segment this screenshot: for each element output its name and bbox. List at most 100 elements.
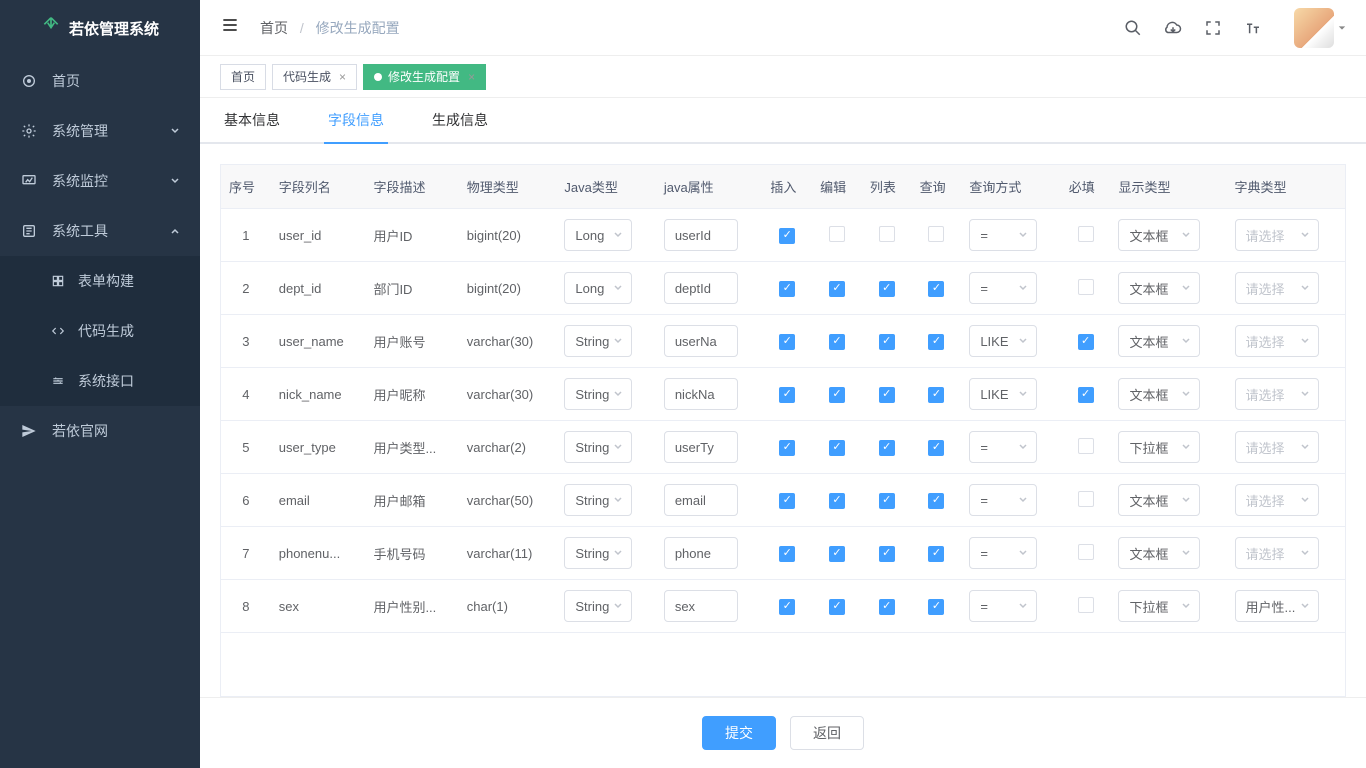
select[interactable]: = [969,431,1037,463]
checkbox[interactable] [779,228,795,244]
select[interactable]: 下拉框 [1118,431,1200,463]
checkbox[interactable] [879,440,895,456]
select[interactable]: String [564,537,632,569]
select[interactable]: 用户性... [1235,590,1319,622]
select[interactable]: 请选择 [1235,378,1319,410]
select[interactable]: 文本框 [1118,378,1200,410]
checkbox[interactable] [879,334,895,350]
checkbox[interactable] [1078,387,1094,403]
java-attr-input[interactable] [664,325,738,357]
checkbox[interactable] [779,387,795,403]
checkbox[interactable] [829,440,845,456]
checkbox[interactable] [879,546,895,562]
java-attr-input[interactable] [664,219,738,251]
select[interactable]: = [969,272,1037,304]
select[interactable]: 文本框 [1118,325,1200,357]
checkbox[interactable] [779,599,795,615]
checkbox[interactable] [829,546,845,562]
tab-code-gen[interactable]: 代码生成 × [272,64,357,90]
select[interactable]: 文本框 [1118,272,1200,304]
java-attr-input[interactable] [664,272,738,304]
inner-tab-basic[interactable]: 基本信息 [220,110,284,142]
checkbox[interactable] [1078,226,1094,242]
checkbox[interactable] [879,387,895,403]
checkbox[interactable] [1078,334,1094,350]
sidebar-subitem-api[interactable]: 系统接口 [0,356,200,406]
checkbox[interactable] [928,599,944,615]
java-attr-input[interactable] [664,378,738,410]
select[interactable]: 请选择 [1235,431,1319,463]
checkbox[interactable] [879,599,895,615]
select[interactable]: 文本框 [1118,537,1200,569]
checkbox[interactable] [1078,544,1094,560]
select[interactable]: String [564,325,632,357]
search-icon[interactable] [1124,19,1142,37]
select[interactable]: 请选择 [1235,484,1319,516]
checkbox[interactable] [829,387,845,403]
select[interactable]: 请选择 [1235,272,1319,304]
checkbox[interactable] [779,546,795,562]
cloud-download-icon[interactable] [1164,19,1182,37]
checkbox[interactable] [928,493,944,509]
select[interactable]: = [969,219,1037,251]
select[interactable]: String [564,590,632,622]
checkbox[interactable] [1078,279,1094,295]
select[interactable]: String [564,431,632,463]
submit-button[interactable]: 提交 [702,716,776,750]
select[interactable]: 文本框 [1118,484,1200,516]
tab-edit-gen-config[interactable]: 修改生成配置 × [363,64,486,90]
inner-tab-gen[interactable]: 生成信息 [428,110,492,142]
select[interactable]: String [564,378,632,410]
checkbox[interactable] [779,440,795,456]
checkbox[interactable] [1078,597,1094,613]
select[interactable]: = [969,484,1037,516]
back-button[interactable]: 返回 [790,716,864,750]
checkbox[interactable] [879,281,895,297]
sidebar-toggle-button[interactable] [220,15,240,40]
select[interactable]: 请选择 [1235,325,1319,357]
checkbox[interactable] [879,493,895,509]
java-attr-input[interactable] [664,431,738,463]
select[interactable]: Long [564,219,632,251]
java-attr-input[interactable] [664,590,738,622]
checkbox[interactable] [829,226,845,242]
select[interactable]: LIKE [969,378,1037,410]
select[interactable]: 请选择 [1235,219,1319,251]
checkbox[interactable] [829,281,845,297]
fullscreen-icon[interactable] [1204,19,1222,37]
sidebar-item-system-tools[interactable]: 系统工具 [0,206,200,256]
checkbox[interactable] [779,281,795,297]
checkbox[interactable] [1078,491,1094,507]
font-size-icon[interactable] [1244,19,1262,37]
close-icon[interactable]: × [468,70,475,84]
select[interactable]: 文本框 [1118,219,1200,251]
sidebar-subitem-form[interactable]: 表单构建 [0,256,200,306]
select[interactable]: String [564,484,632,516]
checkbox[interactable] [928,440,944,456]
checkbox[interactable] [829,599,845,615]
fields-table-wrap[interactable]: 序号字段列名字段描述物理类型Java类型java属性插入编辑列表查询查询方式必填… [220,164,1346,697]
checkbox[interactable] [928,226,944,242]
breadcrumb-home[interactable]: 首页 [260,20,288,36]
checkbox[interactable] [779,334,795,350]
checkbox[interactable] [879,226,895,242]
close-icon[interactable]: × [339,70,346,84]
sidebar-item-official-site[interactable]: 若依官网 [0,406,200,456]
inner-tab-fields[interactable]: 字段信息 [324,110,388,142]
user-menu[interactable] [1294,8,1346,48]
checkbox[interactable] [1078,438,1094,454]
checkbox[interactable] [928,334,944,350]
sidebar-item-system-monitor[interactable]: 系统监控 [0,156,200,206]
sidebar-item-system-mgmt[interactable]: 系统管理 [0,106,200,156]
checkbox[interactable] [779,493,795,509]
select[interactable]: = [969,590,1037,622]
checkbox[interactable] [829,334,845,350]
select[interactable]: 请选择 [1235,537,1319,569]
sidebar-subitem-code[interactable]: 代码生成 [0,306,200,356]
select[interactable]: LIKE [969,325,1037,357]
checkbox[interactable] [829,493,845,509]
checkbox[interactable] [928,546,944,562]
select[interactable]: 下拉框 [1118,590,1200,622]
java-attr-input[interactable] [664,484,738,516]
select[interactable]: = [969,537,1037,569]
